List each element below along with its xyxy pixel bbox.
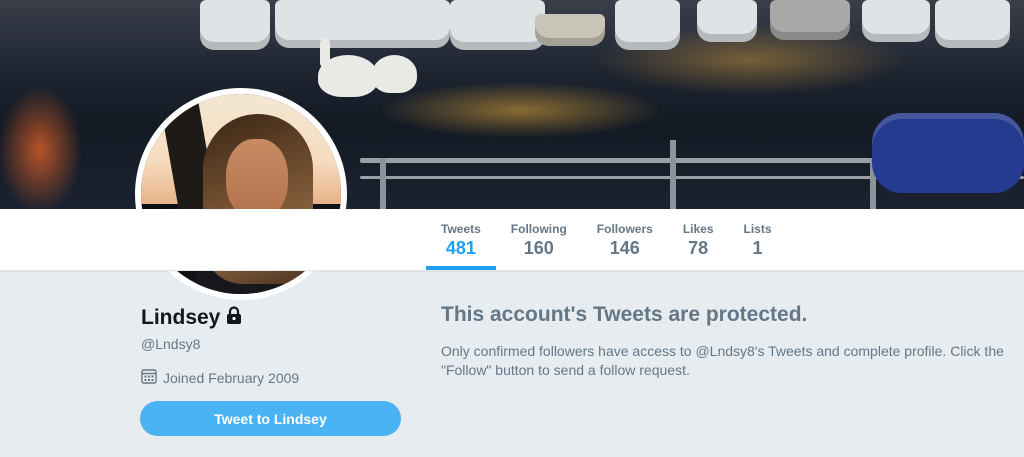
profile-nav-bar: Tweets 481 Following 160 Followers 146 L…	[0, 209, 1024, 271]
profile-handle[interactable]: @Lndsy8	[141, 336, 200, 352]
stat-value: 160	[523, 238, 554, 258]
stat-value: 146	[609, 238, 640, 258]
profile-stats: Tweets 481 Following 160 Followers 146 L…	[426, 209, 787, 270]
stat-label: Tweets	[441, 222, 481, 236]
joined-text: Joined February 2009	[163, 369, 300, 386]
profile-name-text: Lindsey	[141, 306, 221, 329]
stat-value: 78	[688, 238, 709, 258]
stat-label: Followers	[596, 222, 653, 236]
calendar-icon	[141, 368, 157, 387]
stat-value: 1	[752, 238, 763, 258]
stat-following[interactable]: Following 160	[496, 209, 582, 270]
lock-icon	[226, 306, 242, 330]
tweet-to-user-button[interactable]: Tweet to Lindsey	[140, 401, 401, 436]
stat-label: Lists	[743, 222, 772, 236]
stat-likes[interactable]: Likes 78	[668, 209, 729, 270]
stat-lists[interactable]: Lists 1	[729, 209, 787, 270]
profile-name[interactable]: Lindsey	[141, 306, 242, 330]
protected-title: This account's Tweets are protected.	[441, 303, 808, 326]
stat-tweets[interactable]: Tweets 481	[426, 209, 496, 270]
stat-label: Following	[510, 222, 567, 236]
protected-message: Only confirmed followers have access to …	[441, 343, 1004, 378]
profile-joined-date: Joined February 2009	[141, 368, 299, 387]
stat-label: Likes	[682, 222, 714, 236]
stat-value: 481	[445, 238, 476, 258]
stat-followers[interactable]: Followers 146	[582, 209, 668, 270]
